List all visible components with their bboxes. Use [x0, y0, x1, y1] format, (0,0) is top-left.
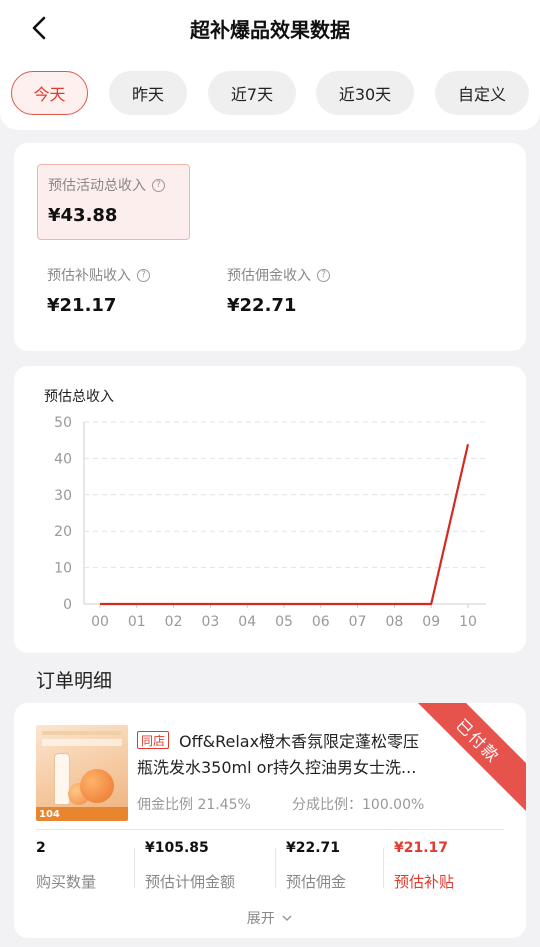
x-tick-label: 01: [128, 614, 146, 630]
y-tick-label: 10: [54, 561, 72, 577]
expand-label: 展开: [246, 911, 275, 927]
income-line-chart: 0 10 20 30 40 50 00 01 02 03 04 05 06 07 08 09 10: [54, 415, 486, 630]
total-income-box: 预估活动总收入 ? ¥43.88: [37, 164, 190, 240]
total-income-label-row: 预估活动总收入 ?: [48, 175, 165, 195]
subsidy-value: ¥21.17: [394, 840, 449, 856]
thumb-decor: [42, 731, 122, 735]
y-tick-label: 20: [54, 524, 72, 540]
total-income-label: 预估活动总收入: [48, 178, 146, 194]
subsidy-label: 预估补贴: [394, 873, 455, 891]
chart-card: 预估总收入 0 10 20 30 40 50 00 01 02 03 04 05 06 07 08 09 10: [14, 366, 526, 653]
x-tick-label: 09: [422, 614, 440, 630]
commission-income-label-row: 预估佣金收入 ?: [227, 265, 330, 285]
commission-income-label: 预估佣金收入: [227, 268, 311, 284]
page-title: 超补爆品效果数据: [190, 18, 350, 42]
store-tag: 同店: [137, 731, 170, 749]
divider: [134, 848, 135, 888]
x-tick-label: 00: [91, 614, 109, 630]
thumb-decor: [42, 739, 122, 746]
orange-graphic: [80, 769, 114, 803]
paid-status-ribbon: 已付款: [406, 703, 526, 813]
quantity-value: 2: [36, 840, 46, 856]
tab-custom[interactable]: 自定义: [435, 71, 529, 115]
tab-yesterday[interactable]: 昨天: [109, 71, 187, 115]
x-tick-label: 10: [459, 614, 477, 630]
commission-income-value: ¥22.71: [227, 295, 297, 316]
share-rate: 分成比例：100.00%: [292, 797, 425, 813]
commission-value: ¥22.71: [286, 840, 341, 856]
product-thumbnail[interactable]: 104: [36, 725, 128, 821]
x-tick-label: 02: [165, 614, 183, 630]
thumb-price: 104: [39, 809, 60, 820]
commission-label: 预估佣金: [286, 873, 347, 891]
expand-button[interactable]: 展开: [14, 908, 526, 928]
y-tick-label: 0: [63, 597, 72, 613]
y-tick-label: 40: [54, 451, 72, 467]
tab-7days[interactable]: 近7天: [208, 71, 296, 115]
divider: [383, 848, 384, 888]
date-tabs: 今天 昨天 近7天 近30天 自定义: [0, 71, 540, 115]
chevron-down-icon: [282, 915, 292, 922]
x-tick-label: 05: [275, 614, 293, 630]
divider: [36, 829, 504, 830]
subsidy-income-label-row: 预估补贴收入 ?: [47, 265, 150, 285]
tab-today[interactable]: 今天: [11, 71, 88, 115]
x-tick-label: 04: [238, 614, 256, 630]
y-tick-label: 50: [54, 415, 72, 431]
product-title-line1[interactable]: Off&Relax橙木香氛限定蓬松零压: [179, 728, 419, 752]
order-section-title: 订单明细: [36, 670, 113, 692]
divider: [275, 848, 276, 888]
total-income-value: ¥43.88: [48, 205, 118, 226]
x-tick-label: 08: [385, 614, 403, 630]
series-line: [100, 444, 470, 606]
quantity-label: 购买数量: [36, 873, 97, 891]
tab-30days[interactable]: 近30天: [316, 71, 414, 115]
help-icon[interactable]: ?: [317, 268, 330, 282]
help-icon[interactable]: ?: [137, 268, 150, 282]
help-icon[interactable]: ?: [152, 178, 165, 192]
commission-base-value: ¥105.85: [145, 840, 209, 856]
y-tick-label: 30: [54, 488, 72, 504]
order-card[interactable]: 已付款 104 同店 Off&Relax橙木香氛限定蓬松零压 瓶洗发水350ml…: [14, 703, 526, 938]
x-tick-label: 06: [312, 614, 330, 630]
commission-rate: 佣金比例 21.45%: [137, 797, 251, 813]
subsidy-income-label: 预估补贴收入: [47, 268, 131, 284]
summary-card: 预估活动总收入 ? ¥43.88 预估补贴收入 ? ¥21.17 预估佣金收入 …: [14, 143, 526, 351]
product-title-line2[interactable]: 瓶洗发水350ml or持久控油男女士洗...: [137, 754, 416, 778]
subsidy-income-value: ¥21.17: [47, 295, 117, 316]
x-tick-label: 03: [201, 614, 219, 630]
x-tick-label: 07: [349, 614, 367, 630]
commission-base-label: 预估计佣金额: [145, 873, 236, 891]
header: 超补爆品效果数据 今天 昨天 近7天 近30天 自定义: [0, 0, 540, 130]
